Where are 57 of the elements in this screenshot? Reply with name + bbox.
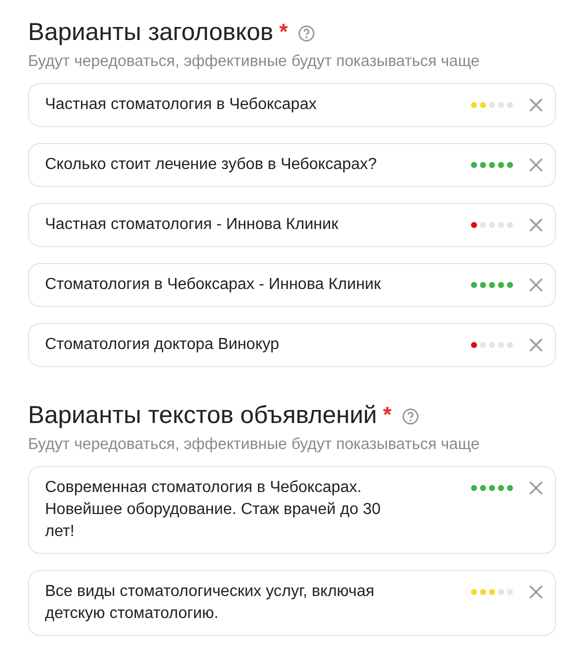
ad-text: Современная стоматология в Чебоксарах. Новейшее оборудование. Стаж врачей до 30 лет! [45,478,382,542]
empty-dot [498,589,504,595]
help-icon[interactable] [402,408,419,424]
required-mark: * [382,405,392,425]
hint-text: Будут чередоваться, эффективные будут показываться чаще [28,436,481,454]
close-icon[interactable] [529,278,543,292]
close-icon[interactable] [529,158,543,172]
ad-text-card[interactable]: Сколько стоит лечение зубов в Чебоксарах? [28,143,556,187]
empty-dot [507,342,513,348]
filled-dot [489,589,495,595]
ad-text-card[interactable]: Современная стоматология в Чебоксарах. Новейшее оборудование. Стаж врачей до 30 лет! [28,466,556,554]
filled-dot [507,485,513,491]
empty-dot [480,342,486,348]
ad-text-card[interactable]: Частная стоматология - Иннова Клиник [28,203,556,247]
empty-dot [507,222,513,228]
filled-dot [498,485,504,491]
filled-dot [489,485,495,491]
empty-dot [489,342,495,348]
empty-dot [489,222,495,228]
close-icon[interactable] [529,585,543,599]
ad-text: Стоматология доктора Винокур [45,335,280,355]
filled-dot [489,282,495,288]
section-title: Варианты текстов объявлений [28,401,377,431]
ad-text: Стоматология в Чебоксарах - Иннова Клиник [45,275,382,295]
filled-dot [498,282,504,288]
ad-text: Сколько стоит лечение зубов в Чебоксарах? [45,155,378,175]
hint-text: Будут чередоваться, эффективные будут показываться чаще [28,53,481,71]
required-mark: * [279,22,288,42]
ad-text-card[interactable]: Частная стоматология в Чебоксарах [28,83,556,127]
ad-text-card[interactable]: Стоматология доктора Винокур [28,323,556,367]
filled-dot [480,282,486,288]
section-title: Варианты заголовков [28,18,274,48]
help-icon[interactable] [298,24,315,42]
ad-text: Все виды стоматологических услуг, включая детскую стоматологию. [45,582,376,624]
close-icon[interactable] [529,98,543,112]
ad-text: Частная стоматология в Чебоксарах [45,95,318,115]
filled-dot [489,162,495,168]
ad-text-card[interactable]: Все виды стоматологических услуг, включая детскую стоматологию. [28,570,556,636]
filled-dot [480,589,486,595]
empty-dot [498,102,504,108]
close-icon[interactable] [529,481,543,495]
filled-dot [480,162,486,168]
filled-dot [480,102,486,108]
close-icon[interactable] [529,218,543,232]
empty-dot [480,222,486,228]
filled-dot [498,162,504,168]
filled-dot [507,282,513,288]
filled-dot [480,485,486,491]
empty-dot [498,342,504,348]
empty-dot [489,102,495,108]
filled-dot [507,162,513,168]
empty-dot [507,589,513,595]
close-icon[interactable] [529,338,543,352]
empty-dot [507,102,513,108]
ad-text: Частная стоматология - Иннова Клиник [45,215,340,235]
empty-dot [498,222,504,228]
ad-text-card[interactable]: Стоматология в Чебоксарах - Иннова Клиник [28,263,556,307]
